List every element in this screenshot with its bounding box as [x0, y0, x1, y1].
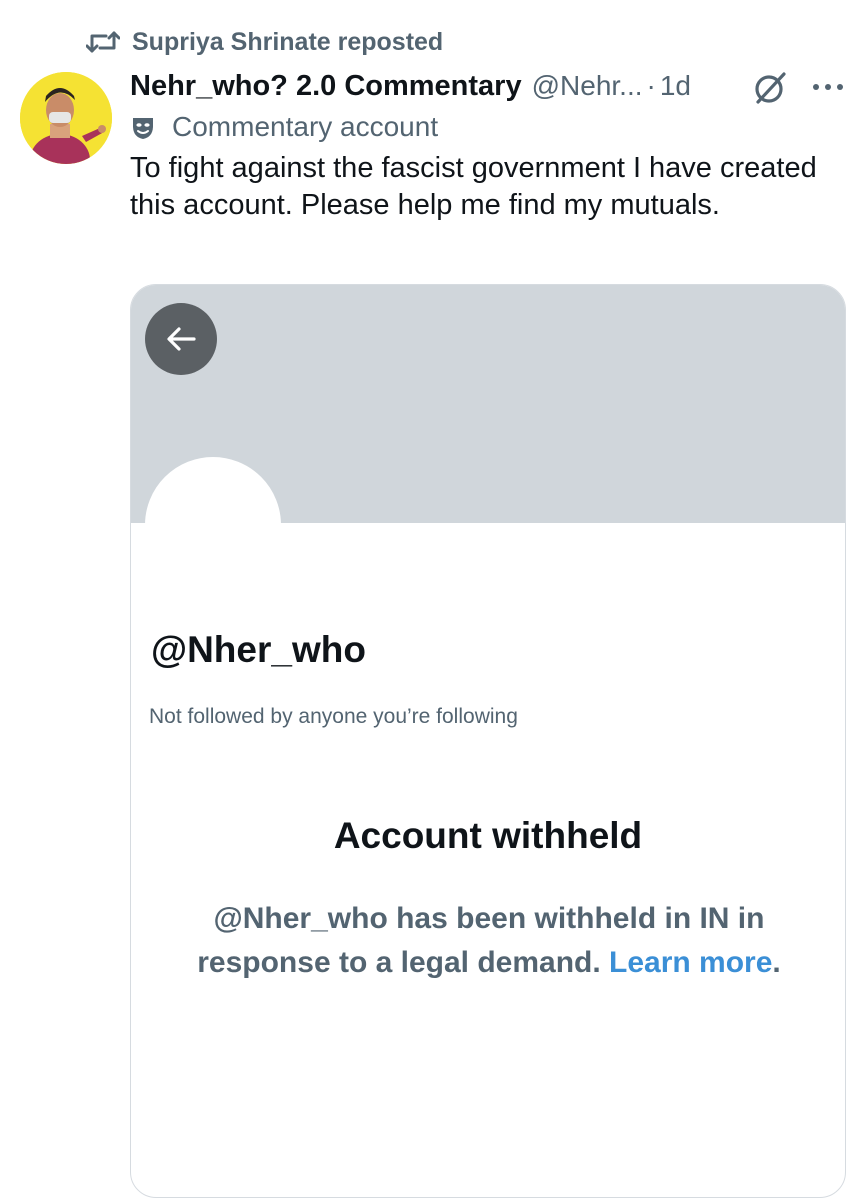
separator: · [646, 70, 656, 101]
more-icon[interactable] [808, 72, 848, 102]
learn-more-link[interactable]: Learn more [609, 946, 772, 979]
follow-context: Not followed by anyone you’re following [149, 705, 518, 728]
repost-icon [86, 31, 120, 53]
profile-avatar-placeholder [145, 457, 281, 593]
repost-label[interactable]: Supriya Shrinate reposted [132, 28, 443, 57]
withheld-period: . [772, 946, 781, 979]
tweet-text: To fight against the fascist government … [130, 152, 817, 221]
user-handle[interactable]: @Nehr... [532, 70, 643, 102]
tweet-screen: Supriya Shrinate reposted Nehr_who? 2.0 … [0, 0, 867, 1200]
account-label: Commentary account [130, 110, 438, 144]
arrow-left-icon [167, 327, 196, 351]
withheld-message: @Nher_who has been withheld in IN in res… [191, 897, 787, 985]
display-name[interactable]: Nehr_who? 2.0 Commentary [130, 70, 522, 103]
embedded-profile-card[interactable]: @Nher_who Not followed by anyone you’re … [130, 284, 846, 1198]
timestamp[interactable]: 1d [660, 70, 691, 102]
tweet-header: Nehr_who? 2.0 Commentary @Nehr... · 1d [130, 66, 691, 106]
repost-context: Supriya Shrinate reposted [86, 26, 443, 58]
account-label-text: Commentary account [172, 111, 439, 142]
profile-handle: @Nher_who [151, 629, 366, 670]
grok-icon[interactable] [750, 70, 790, 106]
commentary-mask-icon [133, 118, 153, 139]
withheld-title: Account withheld [333, 815, 643, 856]
avatar[interactable] [20, 72, 112, 164]
back-button[interactable] [145, 303, 217, 375]
avatar-image [20, 72, 112, 164]
